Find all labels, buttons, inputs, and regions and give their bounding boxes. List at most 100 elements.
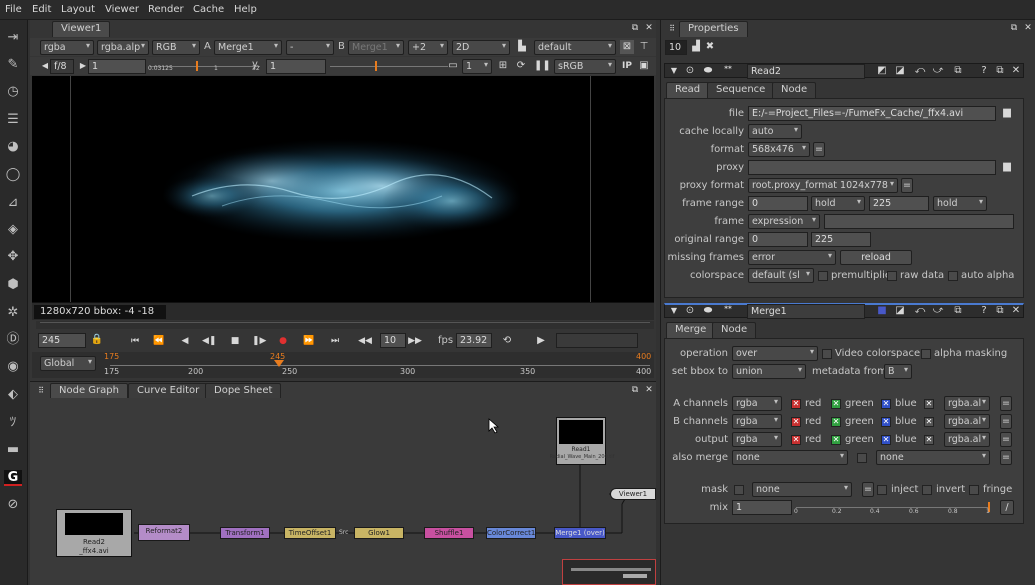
time-icon[interactable]: ◷ [4,84,22,100]
wipe-dropdown[interactable]: +2 [408,40,448,55]
camera-icon[interactable]: ▙ [515,40,529,54]
skip-forward-icon[interactable]: ▶▶ [408,334,422,348]
mode-dropdown[interactable]: 2D [452,40,510,55]
frame-mode-dropdown[interactable]: expression [748,214,820,229]
revert2-icon[interactable]: ⤻ [931,64,945,78]
overlay-icon[interactable]: ▣ [637,59,651,73]
read-colorspace-dropdown[interactable]: default (sl [748,268,814,283]
collapse-icon[interactable]: ▼ [667,64,681,78]
particles-icon[interactable]: ✲ [4,305,22,321]
fringe-checkbox[interactable] [969,485,979,495]
undo-icon[interactable]: ◩ [875,64,889,78]
also-merge-link-button[interactable]: = [1000,450,1012,465]
transform1-node[interactable]: Transform1 [220,527,270,539]
alpha-masking-checkbox[interactable] [921,349,931,359]
lock-panel-icon[interactable]: ▟ [689,40,703,54]
fps-field[interactable]: 23.92 [456,333,492,348]
other-icon[interactable]: ▬ [4,442,22,458]
redo-icon[interactable]: ◪ [893,304,907,318]
premultiplied-checkbox[interactable] [818,271,828,281]
channel-icon[interactable]: ☰ [4,112,22,128]
3d-icon[interactable]: ⬢ [4,277,22,293]
format-edit-button[interactable]: = [813,142,825,157]
deep-icon[interactable]: Ⓓ [4,332,22,348]
tab-merge-node[interactable]: Node [712,322,757,338]
a-alpha-dropdown[interactable]: rgba.al [944,396,990,411]
proxy-format-dropdown[interactable]: root.proxy_format 1024x778 [748,178,898,193]
step-back-icon[interactable]: ◀ [178,334,192,348]
a-input-dropdown[interactable]: Merge1 [214,40,282,55]
video-colorspace-checkbox[interactable] [822,349,832,359]
also-merge-dropdown-2[interactable]: none [876,450,990,465]
float-node-icon[interactable]: ⧉ [951,64,965,78]
transform-icon[interactable]: ✥ [4,249,22,265]
playback-range-field[interactable] [556,333,638,348]
toolsets-icon[interactable]: ﾂ [4,415,22,431]
file-field[interactable]: E:/-=Project_Files=-/FumeFx_Cache/_ffx4.… [748,106,996,121]
revert-icon[interactable]: ⤺ [913,304,927,318]
gizmo-icon[interactable]: G [4,470,22,486]
timeoffset1-node[interactable]: TimeOffset1 [284,527,336,539]
cache-dropdown[interactable]: auto [748,124,802,139]
proxy-dropdown[interactable]: 1 [462,59,492,74]
float-icon[interactable]: ⧉ [628,383,642,397]
frame-start-field[interactable]: 0 [748,196,808,211]
read1-node[interactable]: Read1 Radial_Wave_Main_200.tif [550,417,614,465]
merge1-node[interactable]: Merge1 (over) [554,527,606,539]
playhead-marker[interactable] [274,360,284,367]
increment-field[interactable]: 10 [380,333,406,348]
b-input-dropdown[interactable]: Merge1 [348,40,404,55]
fstop-field[interactable]: f/8 [50,59,74,74]
gain-slider-handle[interactable] [196,61,198,71]
collapse-icon[interactable]: ▼ [667,304,681,318]
next-keyframe-icon[interactable]: ⏩ [302,334,316,348]
a-channels-dropdown[interactable]: rgba [732,396,782,411]
shuffle1-node[interactable]: Shuffle1 [424,527,474,539]
menu-viewer[interactable]: Viewer [105,4,139,15]
keyer-icon[interactable]: ⊿ [4,195,22,211]
menu-cache[interactable]: Cache [193,4,224,15]
b-green-checkbox[interactable]: ✕ [831,417,841,427]
raw-data-checkbox[interactable] [887,271,897,281]
float-node-icon[interactable]: ⧉ [951,304,965,318]
menu-edit[interactable]: Edit [32,4,51,15]
tab-node[interactable]: Node [772,82,817,98]
format-dropdown[interactable]: 568x476 [748,142,810,157]
b-alpha-checkbox[interactable]: ✕ [924,417,934,427]
close-icon[interactable]: ✕ [1021,21,1035,35]
metadata-icon[interactable]: ⬖ [4,387,22,403]
b-channels-link-button[interactable]: = [1000,414,1012,429]
skip-back-icon[interactable]: ◀◀ [358,334,372,348]
lock-icon[interactable]: 🔒 [90,333,104,347]
center-node-icon[interactable]: ⊙ [683,304,697,318]
mix-field[interactable]: 1 [732,500,792,515]
float-icon[interactable]: ⧉ [1007,21,1021,35]
zoom-icon[interactable]: ⊠ [620,40,634,54]
pause-icon[interactable]: ❚❚ [534,59,551,73]
operation-dropdown[interactable]: over [732,346,818,361]
close-icon[interactable]: ✕ [642,21,656,35]
merge-color-swatch-icon[interactable]: ■ [875,304,889,318]
merge1-name-field[interactable]: Merge1 [747,304,865,319]
out-alpha-checkbox[interactable]: ✕ [924,435,934,445]
tab-read[interactable]: Read [666,82,710,98]
mix-slider[interactable] [796,507,990,508]
b-blue-checkbox[interactable]: ✕ [881,417,891,427]
float-panel-icon[interactable]: ⧉ [993,64,1007,78]
roi-icon[interactable]: ⊞ [496,59,510,73]
output-dropdown[interactable]: rgba [732,432,782,447]
tab-curve-editor[interactable]: Curve Editor [128,383,209,399]
close-icon[interactable]: ✕ [642,383,656,397]
out-green-checkbox[interactable]: ✕ [831,435,841,445]
prev-keyframe-icon[interactable]: ⏪ [152,334,166,348]
last-frame-icon[interactable]: ⏭ [328,334,342,348]
record-icon[interactable]: ● [276,334,290,348]
orig-start-field[interactable]: 0 [748,232,808,247]
gain-field[interactable]: 1 [88,59,146,74]
clear-panels-icon[interactable]: ✖ [703,40,717,54]
read2-node[interactable]: Read2 _ffx4.avi [56,509,132,557]
tab-node-graph[interactable]: Node Graph [50,383,128,399]
help-icon[interactable]: ? [977,304,991,318]
refresh-icon[interactable]: ⟳ [514,59,528,73]
orig-end-field[interactable]: 225 [811,232,871,247]
